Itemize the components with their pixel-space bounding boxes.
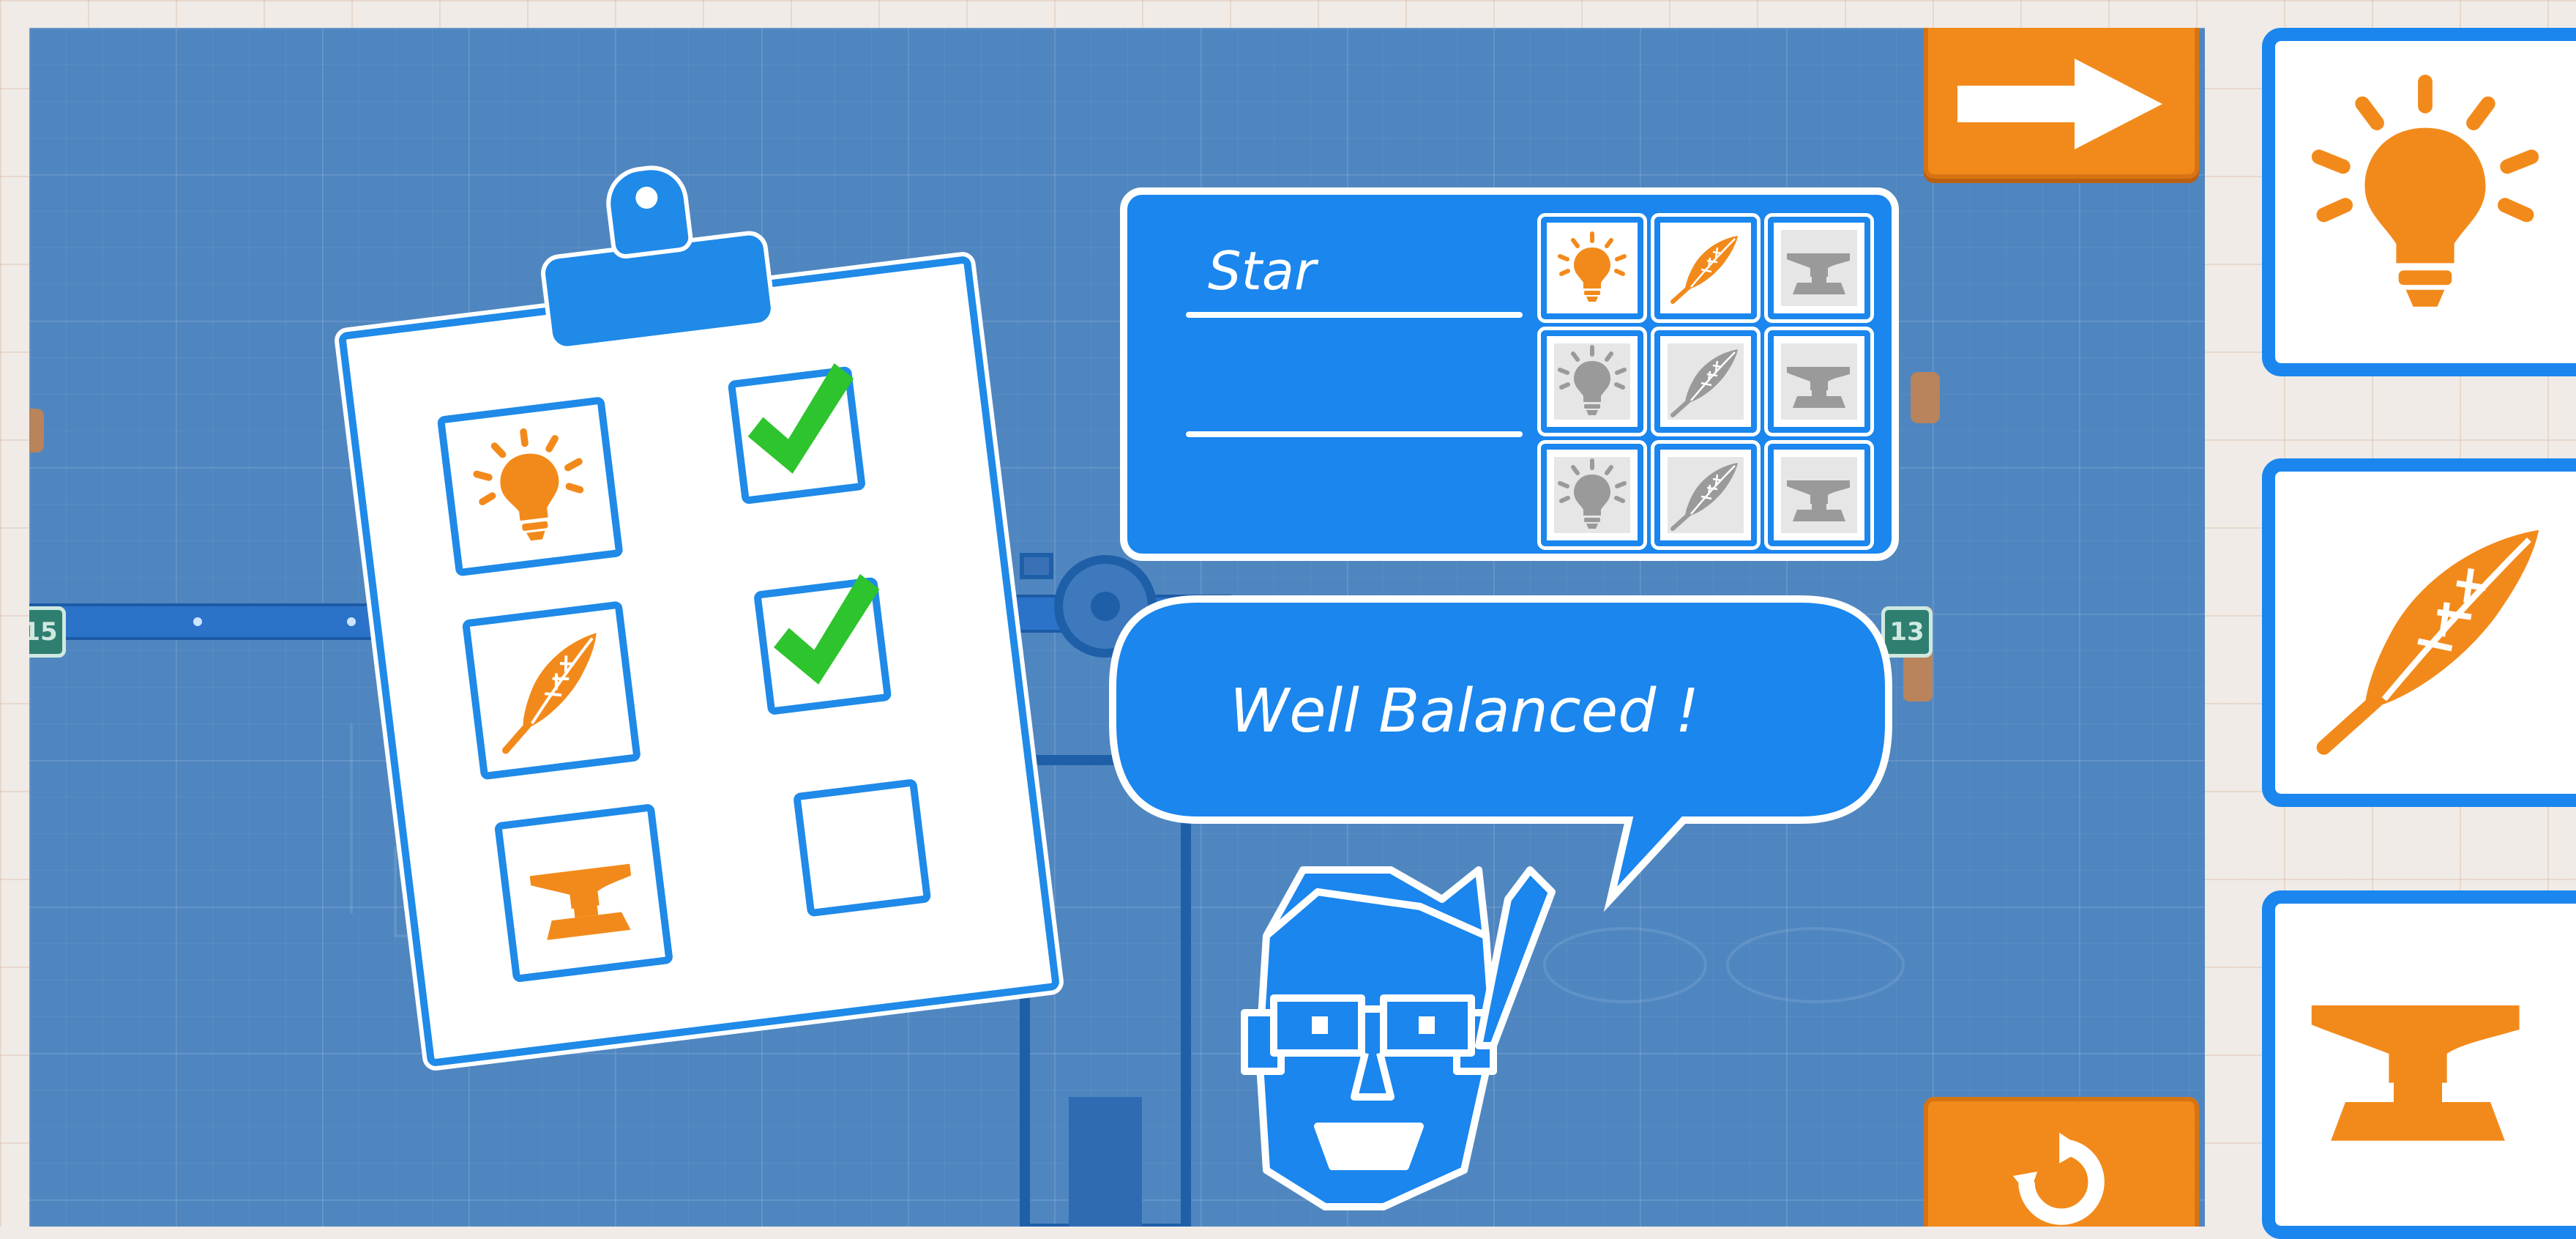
feather-icon — [2312, 516, 2553, 757]
side-item-lightbulb[interactable] — [2262, 28, 2576, 376]
engineer-character — [1241, 866, 1556, 1210]
anvil-icon — [2297, 933, 2539, 1175]
restart-icon — [2012, 1132, 2105, 1225]
side-item-anvil[interactable] — [2262, 890, 2576, 1239]
lightbulb-icon — [2304, 75, 2546, 316]
blueprint-board: 15 13 Star Well Balanced ! — [29, 28, 2205, 1227]
next-button[interactable] — [1924, 28, 2199, 179]
arrow-right-icon — [1957, 59, 2162, 149]
restart-button[interactable] — [1924, 1097, 2199, 1227]
side-item-feather[interactable] — [2262, 458, 2576, 807]
